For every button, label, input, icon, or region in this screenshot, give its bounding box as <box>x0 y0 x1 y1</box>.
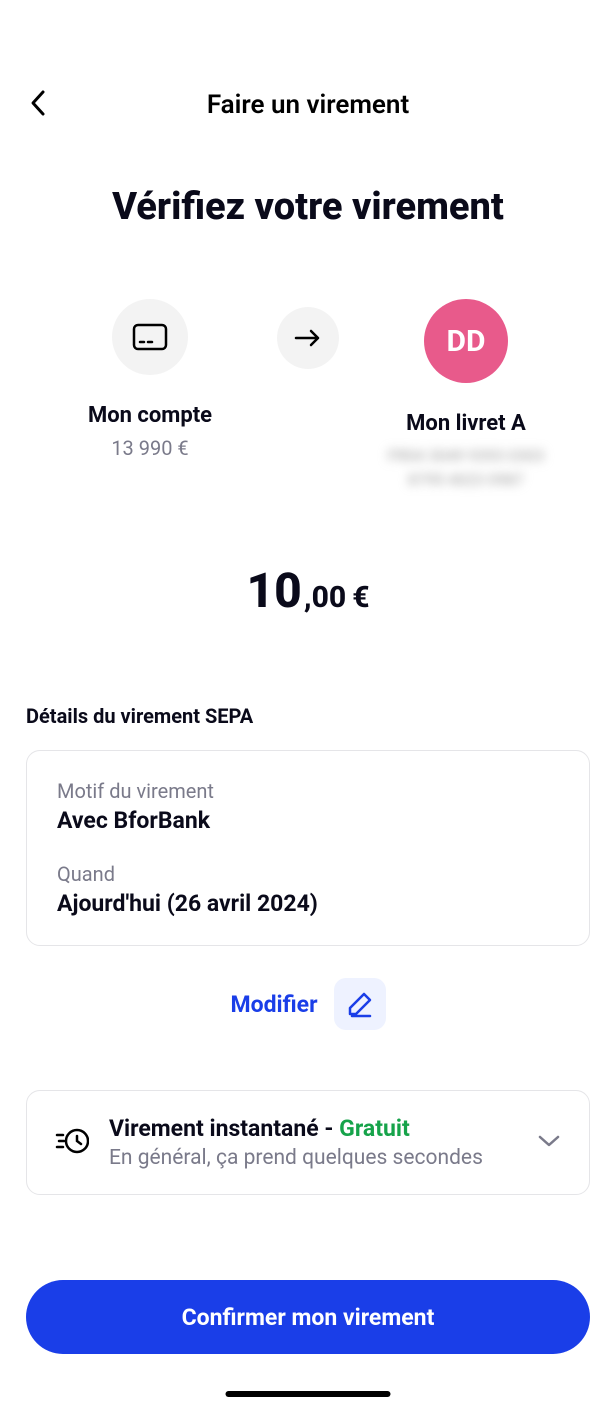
home-indicator[interactable] <box>226 1391 391 1397</box>
transfer-arrow <box>277 307 339 369</box>
instant-text-block: Virement instantané - Gratuit En général… <box>109 1115 517 1170</box>
instant-title: Virement instantané - Gratuit <box>109 1115 517 1142</box>
to-account-avatar: DD <box>424 299 508 383</box>
arrow-right-icon <box>294 328 322 348</box>
clock-fast-icon <box>55 1126 89 1156</box>
detail-motif-label: Motif du virement <box>57 779 559 803</box>
back-button[interactable] <box>30 89 46 121</box>
chevron-wrapper <box>537 1133 561 1152</box>
confirm-button[interactable]: Confirmer mon virement <box>26 1280 590 1354</box>
edit-icon <box>346 990 374 1018</box>
page-title: Vérifiez votre virement <box>0 185 616 229</box>
detail-when-label: Quand <box>57 862 559 886</box>
detail-motif-value: Avec BforBank <box>57 807 559 834</box>
detail-motif-row: Motif du virement Avec BforBank <box>57 779 559 834</box>
to-account-block: DD Mon livret A FR04 3049 9393 0303 8795… <box>366 299 566 492</box>
amount-whole: 10 <box>246 562 301 619</box>
amount-decimal: ,00 <box>304 580 346 615</box>
chevron-down-icon <box>537 1134 561 1148</box>
to-account-name: Mon livret A <box>406 411 526 436</box>
from-account-name: Mon compte <box>88 403 212 428</box>
chevron-left-icon <box>30 89 46 117</box>
instant-icon-wrapper <box>55 1126 89 1160</box>
amount-display: 10 ,00 € <box>0 562 616 619</box>
detail-when-row: Quand Ajourd'hui (26 avril 2024) <box>57 862 559 917</box>
transfer-flow: Mon compte 13 990 € DD Mon livret A FR04… <box>0 299 616 492</box>
detail-when-value: Ajourd'hui (26 avril 2024) <box>57 890 559 917</box>
amount-currency: € <box>352 580 369 615</box>
from-account-balance: 13 990 € <box>111 436 188 460</box>
card-icon <box>132 323 168 351</box>
to-account-iban-masked: FR04 3049 9393 0303 8795 4023 0987 <box>388 444 545 492</box>
edit-button[interactable] <box>334 978 386 1030</box>
header: Faire un virement <box>0 70 616 140</box>
header-title: Faire un virement <box>24 90 592 120</box>
details-card: Motif du virement Avec BforBank Quand Aj… <box>26 750 590 946</box>
modify-link[interactable]: Modifier <box>230 991 317 1018</box>
from-account-block: Mon compte 13 990 € <box>50 299 250 460</box>
from-account-avatar <box>112 299 188 375</box>
instant-subtitle: En général, ça prend quelques secondes <box>109 1146 517 1170</box>
details-section-label: Détails du virement SEPA <box>0 704 616 728</box>
instant-transfer-card[interactable]: Virement instantané - Gratuit En général… <box>26 1090 590 1195</box>
modify-row: Modifier <box>0 978 616 1030</box>
